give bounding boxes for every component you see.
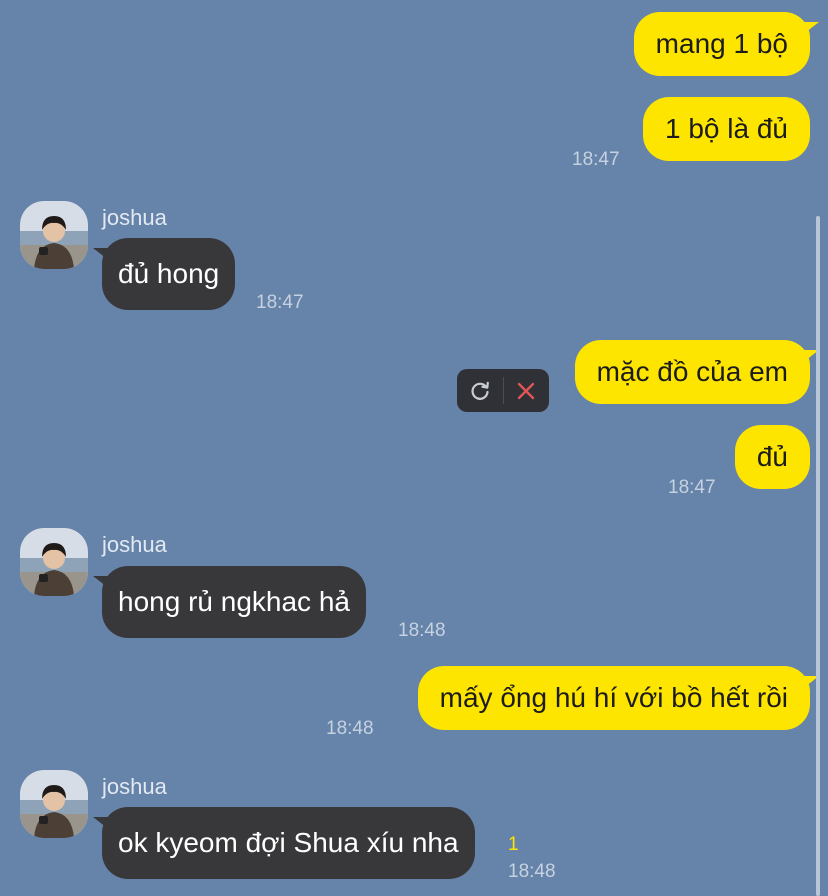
incoming-message[interactable]: hong rủ ngkhac hả [93,566,366,638]
sender-name: joshua [102,205,167,230]
retry-button[interactable] [457,369,503,412]
sender-name: joshua [102,774,167,799]
delete-button[interactable] [503,369,549,412]
outgoing-message[interactable]: đủ [734,425,810,489]
message-time: 18:48 [326,718,374,739]
message-text: đủ hong [118,258,220,289]
message-text: đủ [756,441,788,472]
message-text: mấy ổng hú hí với bồ hết rồi [439,682,788,713]
message-text: 1 bộ là đủ [665,113,788,144]
outgoing-message[interactable]: 1 bộ là đủ [643,97,810,161]
unread-count: 1 [508,834,519,855]
message-time: 18:47 [668,477,716,498]
outgoing-message[interactable]: mặc đồ của em [574,340,820,404]
avatar[interactable] [20,201,88,269]
chat-area[interactable]: mang 1 bộ 1 bộ là đủ 18:47 joshua đủ hon… [0,0,828,896]
avatar-photo [20,528,88,596]
failed-message-controls [457,369,549,412]
outgoing-message[interactable]: mấy ổng hú hí với bồ hết rồi [417,666,820,730]
message-time: 18:48 [398,620,446,641]
avatar-photo [20,201,88,269]
sender-name: joshua [102,532,167,557]
message-text: ok kyeom đợi Shua xíu nha [118,827,459,858]
incoming-message[interactable]: ok kyeom đợi Shua xíu nha [93,807,475,879]
message-time: 18:47 [572,149,620,170]
avatar-photo [20,770,88,838]
incoming-message[interactable]: đủ hong [92,238,236,310]
message-text: mặc đồ của em [596,356,788,387]
retry-icon [471,381,489,400]
avatar[interactable] [20,528,88,596]
scrollbar[interactable] [816,216,820,896]
message-text: mang 1 bộ [655,28,788,59]
message-time: 18:47 [256,292,304,313]
message-text: hong rủ ngkhac hả [118,586,350,617]
outgoing-message[interactable]: mang 1 bộ [633,12,820,76]
avatar[interactable] [20,770,88,838]
message-time: 18:48 [508,861,556,882]
delete-icon [518,382,535,399]
